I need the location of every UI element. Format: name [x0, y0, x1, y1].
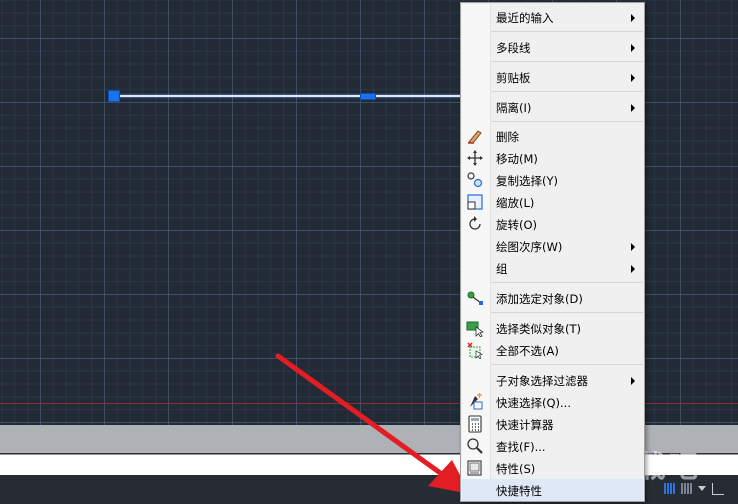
menu-item-label: 多段线	[496, 41, 531, 55]
quick-select-icon	[470, 393, 483, 410]
context-menu: 最近的输入 多段线 剪贴板 隔离(I) 删除 移动(M) 复制选择(Y) 缩放(…	[460, 2, 645, 502]
add-selected-icon	[467, 291, 483, 305]
scale-icon	[467, 194, 483, 210]
submenu-arrow-icon	[631, 74, 635, 82]
submenu-arrow-icon	[631, 377, 635, 385]
submenu-arrow-icon	[631, 243, 635, 251]
menu-item-properties[interactable]: 特性(S)	[462, 457, 643, 479]
menu-item-erase[interactable]: 删除	[462, 125, 643, 147]
menu-item-label: 子对象选择过滤器	[496, 374, 588, 388]
menu-item-select-similar[interactable]: 选择类似对象(T)	[462, 317, 643, 339]
menu-item-label: 组	[496, 262, 508, 276]
move-icon	[467, 150, 483, 166]
menu-item-label: 快速选择(Q)...	[496, 396, 571, 410]
menu-item-label: 快速计算器	[496, 418, 554, 432]
menu-separator	[491, 121, 643, 122]
select-similar-icon	[466, 321, 484, 337]
menu-item-group[interactable]: 组	[462, 257, 643, 279]
menu-item-label: 全部不选(A)	[496, 344, 559, 358]
menu-item-find[interactable]: 查找(F)...	[462, 435, 643, 457]
calculator-icon	[468, 415, 482, 433]
menu-item-recent-input[interactable]: 最近的输入	[462, 6, 643, 28]
menu-separator	[491, 282, 643, 283]
menu-item-copy-selection[interactable]: 复制选择(Y)	[462, 169, 643, 191]
menu-item-scale[interactable]: 缩放(L)	[462, 191, 643, 213]
menu-item-label: 快捷特性	[496, 484, 542, 498]
menu-item-label: 最近的输入	[496, 11, 554, 25]
find-icon	[467, 438, 483, 454]
menu-item-rotate[interactable]: 旋转(O)	[462, 213, 643, 235]
menu-item-quick-select[interactable]: 快速选择(Q)...	[462, 391, 643, 413]
submenu-arrow-icon	[631, 14, 635, 22]
menu-item-draw-order[interactable]: 绘图次序(W)	[462, 235, 643, 257]
menu-separator	[491, 91, 643, 92]
menu-item-label: 删除	[496, 130, 519, 144]
menu-item-isolate[interactable]: 隔离(I)	[462, 96, 643, 118]
menu-item-clipboard[interactable]: 剪贴板	[462, 66, 643, 88]
properties-icon	[467, 460, 482, 476]
menu-item-label: 查找(F)...	[496, 440, 546, 454]
rotate-icon	[469, 216, 481, 230]
menu-item-quick-calc[interactable]: 快速计算器	[462, 413, 643, 435]
submenu-arrow-icon	[631, 44, 635, 52]
menu-item-polyline[interactable]: 多段线	[462, 36, 643, 58]
copy-selection-icon	[467, 172, 483, 188]
menu-item-label: 复制选择(Y)	[496, 174, 558, 188]
eraser-icon	[468, 130, 482, 144]
menu-separator	[491, 61, 643, 62]
menu-item-label: 缩放(L)	[496, 196, 535, 210]
deselect-all-icon	[467, 342, 483, 359]
menu-separator	[491, 31, 643, 32]
menu-item-add-selected[interactable]: 添加选定对象(D)	[462, 287, 643, 309]
menu-item-deselect-all[interactable]: 全部不选(A)	[462, 339, 643, 361]
menu-item-label: 剪贴板	[496, 71, 531, 85]
menu-separator	[491, 312, 643, 313]
submenu-arrow-icon	[631, 104, 635, 112]
menu-item-quick-properties[interactable]: 快捷特性	[462, 479, 643, 501]
menu-separator	[491, 364, 643, 365]
menu-item-label: 绘图次序(W)	[496, 240, 563, 254]
menu-item-label: 隔离(I)	[496, 101, 532, 115]
menu-item-label: 特性(S)	[496, 462, 536, 476]
menu-item-label: 添加选定对象(D)	[496, 292, 583, 306]
menu-item-label: 移动(M)	[496, 152, 538, 166]
menu-item-move[interactable]: 移动(M)	[462, 147, 643, 169]
menu-item-subobject-filter[interactable]: 子对象选择过滤器	[462, 369, 643, 391]
menu-item-label: 旋转(O)	[496, 218, 538, 232]
menu-item-label: 选择类似对象(T)	[496, 322, 581, 336]
submenu-arrow-icon	[631, 265, 635, 273]
